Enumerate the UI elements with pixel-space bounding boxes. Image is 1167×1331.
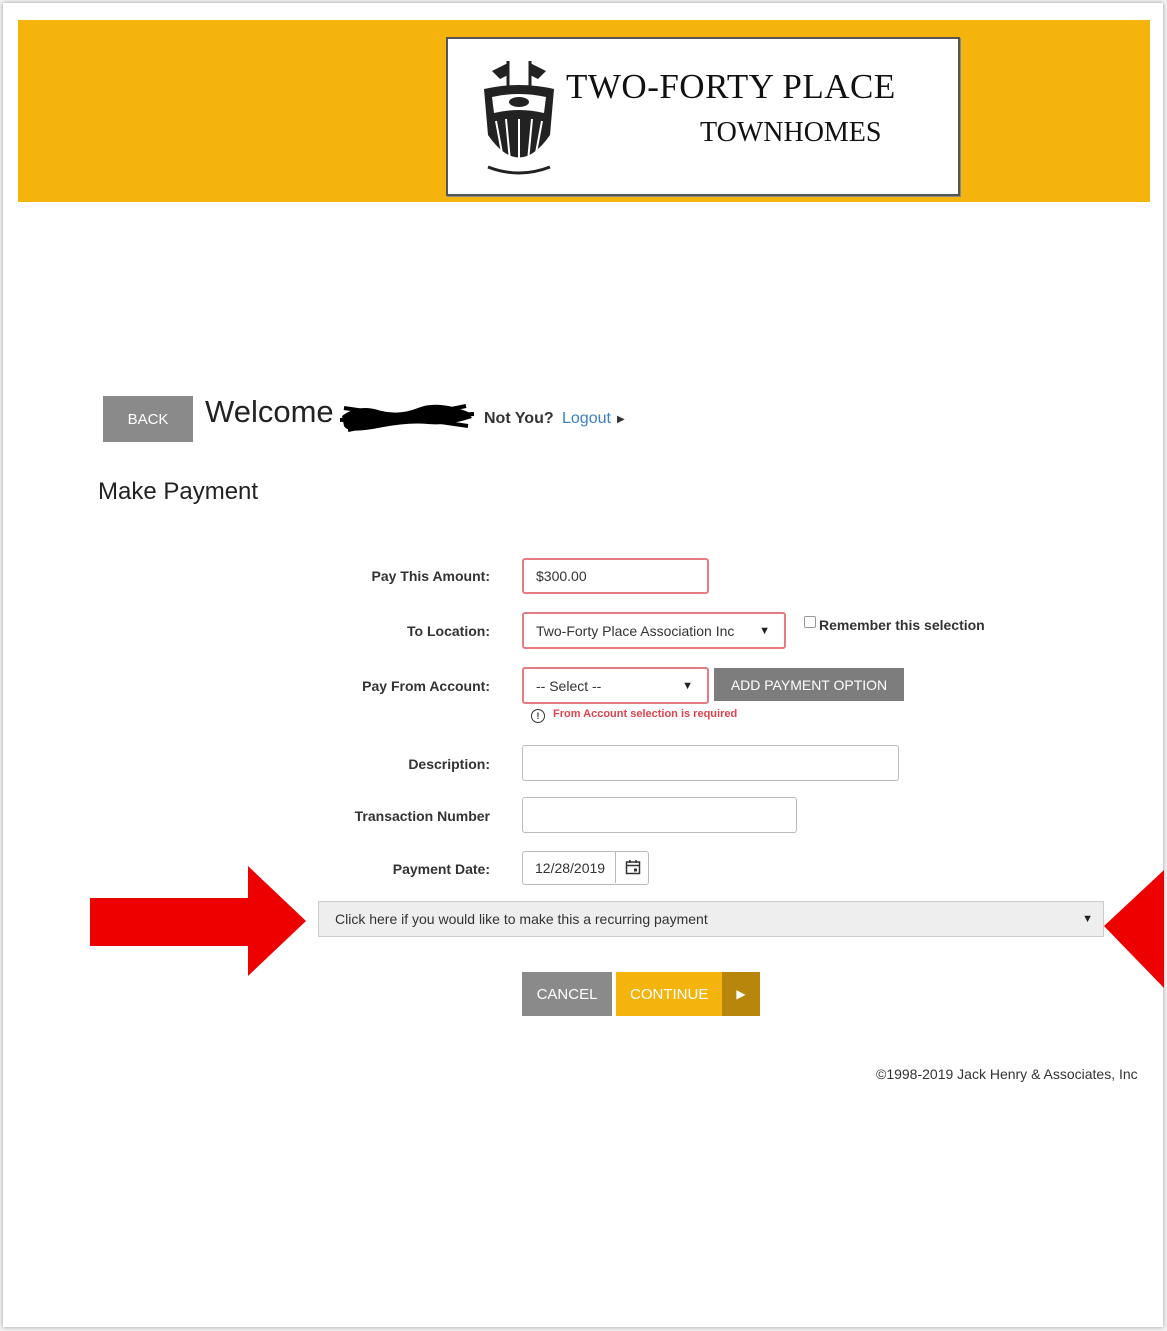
chevron-down-icon: ▼ xyxy=(682,679,693,692)
pay-from-select[interactable]: -- Select -- ▼ xyxy=(522,667,709,704)
page-title: Make Payment xyxy=(98,478,259,505)
redaction-scribble xyxy=(339,404,475,432)
recurring-payment-toggle[interactable]: Click here if you would like to make thi… xyxy=(318,901,1104,937)
logo-title: TWO-FORTY PLACE xyxy=(566,67,896,106)
add-payment-option-button[interactable]: ADD PAYMENT OPTION xyxy=(714,668,904,701)
pay-from-value: -- Select -- xyxy=(536,677,602,694)
welcome-text: Welcome xyxy=(205,394,334,429)
payment-date-value: 12/28/2019 xyxy=(535,860,606,876)
payment-date-label: Payment Date: xyxy=(392,861,490,877)
transaction-number-label: Transaction Number xyxy=(354,808,490,824)
copyright-text: ©1998-2019 Jack Henry & Associates, Inc xyxy=(876,1066,1138,1082)
remember-selection-checkbox[interactable] xyxy=(804,616,816,628)
cancel-button[interactable]: CANCEL xyxy=(522,972,612,1016)
calendar-icon[interactable] xyxy=(615,851,650,883)
pay-from-label: Pay From Account: xyxy=(362,678,490,694)
pay-amount-input[interactable]: $300.00 xyxy=(522,558,709,594)
pay-amount-value: $300.00 xyxy=(536,568,587,584)
description-input[interactable] xyxy=(522,745,899,781)
continue-label: CONTINUE xyxy=(630,986,709,1003)
not-you-text: Not You? xyxy=(484,410,554,427)
crest-icon xyxy=(484,61,554,175)
brand-logo: TWO-FORTY PLACE TOWNHOMES xyxy=(446,37,960,196)
logo-subtitle: TOWNHOMES xyxy=(700,117,882,148)
continue-button[interactable]: CONTINUE ▶ xyxy=(616,972,760,1016)
description-label: Description: xyxy=(408,756,490,772)
recurring-payment-text: Click here if you would like to make thi… xyxy=(335,911,708,927)
annotation-arrow-right-icon xyxy=(90,866,306,976)
chevron-down-icon: ▼ xyxy=(759,624,770,637)
transaction-number-input[interactable] xyxy=(522,797,797,833)
remember-selection-label: Remember this selection xyxy=(819,617,985,633)
pay-from-error: From Account selection is required xyxy=(553,708,738,720)
to-location-select[interactable]: Two-Forty Place Association Inc ▼ xyxy=(522,612,786,649)
back-button[interactable]: BACK xyxy=(103,396,193,442)
logout-caret-icon: ▶ xyxy=(617,414,625,425)
pay-amount-label: Pay This Amount: xyxy=(371,568,491,584)
calendar-glyph-icon xyxy=(625,860,641,875)
chevron-down-icon: ▼ xyxy=(1082,913,1093,925)
logout-link[interactable]: Logout xyxy=(562,410,611,428)
error-icon: ! xyxy=(531,709,545,723)
to-location-label: To Location: xyxy=(407,623,490,639)
annotation-arrow-left-icon xyxy=(1104,870,1164,988)
play-arrow-icon: ▶ xyxy=(722,972,760,1016)
to-location-value: Two-Forty Place Association Inc xyxy=(536,622,735,639)
